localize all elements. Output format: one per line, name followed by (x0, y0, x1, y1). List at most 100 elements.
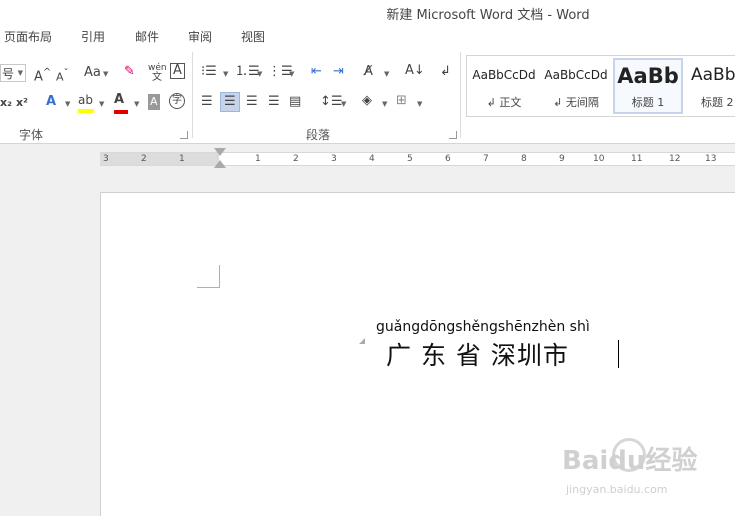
asian-layout-icon[interactable]: A̸ (364, 64, 373, 80)
highlight-color-bar (78, 109, 94, 113)
align-left-icon[interactable]: ☰ (201, 94, 213, 110)
style-sample: AaBbCcDd (472, 68, 536, 82)
hanging-indent-marker[interactable] (214, 160, 226, 168)
borders-dropdown-icon[interactable]: ▼ (417, 100, 422, 108)
ruler-number: 4 (369, 154, 375, 164)
font-group-label: 字体 (19, 128, 44, 142)
paragraph-group-label: 段落 (306, 128, 331, 142)
numbering-icon[interactable]: ⒈☰ (235, 64, 260, 80)
style-name: ↲ 无间隔 (553, 96, 599, 109)
change-case-button[interactable]: Aa (84, 65, 101, 81)
show-hide-marks-icon[interactable]: ↲ (440, 64, 451, 80)
ruler-number: 13 (705, 154, 717, 164)
superscript-button[interactable]: x² (16, 95, 28, 111)
ruler-number: 11 (631, 154, 643, 164)
ruler-number: 2 (293, 154, 299, 164)
ruler-number: 6 (445, 154, 451, 164)
style-heading-1[interactable]: AaBb 标题 1 (613, 58, 683, 114)
style-heading-2[interactable]: AaBb 标题 2 (685, 58, 735, 114)
baidu-watermark-url: jingyan.baidu.com (566, 483, 668, 496)
change-case-dropdown-icon[interactable]: ▼ (103, 70, 108, 78)
style-name: 标题 2 (701, 96, 734, 109)
justify-icon[interactable]: ☰ (268, 94, 280, 110)
tab-references[interactable]: 引用 (81, 28, 105, 45)
sort-icon[interactable]: A↓ (405, 63, 425, 79)
document-text[interactable]: 广 东 省 深圳市 (386, 336, 569, 372)
font-dialog-launcher-icon[interactable] (180, 131, 188, 139)
style-normal[interactable]: AaBbCcDd ↲ 正文 (469, 58, 539, 114)
margin-corner-mark (219, 265, 220, 287)
phonetic-guide-bottom[interactable]: 文 (152, 70, 162, 86)
font-size-dropdown-icon[interactable]: ▼ (18, 69, 23, 77)
style-no-spacing[interactable]: AaBbCcDd ↲ 无间隔 (541, 58, 611, 114)
title-bar: 新建 Microsoft Word 文档 - Word (0, 0, 735, 24)
window-title: 新建 Microsoft Word 文档 - Word (386, 8, 590, 23)
tab-view[interactable]: 视图 (241, 28, 265, 45)
font-size-value: 号 (2, 67, 15, 81)
tab-mailings[interactable]: 邮件 (135, 28, 159, 45)
group-divider (460, 52, 461, 138)
align-right-icon[interactable]: ☰ (246, 94, 258, 110)
line-spacing-icon[interactable]: ↕☰ (320, 94, 343, 110)
ruler-number: 10 (593, 154, 605, 164)
center-icon[interactable]: ☰ (220, 92, 240, 112)
distributed-icon[interactable]: ▤ (289, 94, 301, 110)
baidu-watermark: Baidu经验 (562, 446, 698, 476)
font-color-dropdown-icon[interactable]: ▼ (134, 100, 139, 108)
ruler-number: 9 (559, 154, 565, 164)
ruler-margin (100, 153, 219, 165)
styles-gallery: AaBbCcDd ↲ 正文 AaBbCcDd ↲ 无间隔 AaBb 标题 1 A… (466, 55, 735, 117)
clear-formatting-icon[interactable]: ✎ (124, 64, 135, 80)
highlight-icon[interactable]: ab (78, 92, 94, 113)
asian-layout-dropdown-icon[interactable]: ▼ (384, 70, 389, 78)
style-sample: AaBbCcDd (544, 68, 608, 82)
bullets-icon[interactable]: ⁝☰ (201, 64, 217, 80)
grow-font-icon[interactable]: A^ (34, 65, 51, 85)
multilevel-list-dropdown-icon[interactable]: ▼ (289, 70, 294, 78)
first-line-indent-marker[interactable] (214, 148, 226, 156)
ruler-number: 1 (255, 154, 261, 164)
character-border-button[interactable]: A (170, 63, 185, 79)
shrink-font-icon[interactable]: Aˇ (56, 66, 69, 86)
ruler-number: 8 (521, 154, 527, 164)
style-name: 标题 1 (631, 96, 665, 109)
pinyin-guide-text: guǎngdōngshěngshēnzhèn shì (376, 319, 590, 335)
text-effects-icon[interactable]: A (46, 94, 56, 110)
tab-review[interactable]: 审阅 (188, 28, 212, 45)
group-divider (192, 52, 193, 138)
style-name: ↲ 正文 (486, 96, 522, 109)
font-color-bar (114, 110, 128, 114)
paragraph-anchor-icon (359, 338, 365, 344)
style-sample: AaBb (691, 65, 735, 85)
ruler-number: 1 (179, 154, 185, 164)
borders-icon[interactable]: ⊞ (396, 93, 407, 109)
paragraph-dialog-launcher-icon[interactable] (449, 131, 457, 139)
subscript-button[interactable]: x₂ (0, 95, 12, 111)
ruler-number: 7 (483, 154, 489, 164)
style-sample: AaBb (617, 64, 679, 88)
line-spacing-dropdown-icon[interactable]: ▼ (341, 100, 346, 108)
enclose-characters-button[interactable]: 字 (169, 93, 185, 109)
tab-page-layout[interactable]: 页面布局 (4, 28, 52, 45)
text-effects-dropdown-icon[interactable]: ▼ (65, 100, 70, 108)
bullets-dropdown-icon[interactable]: ▼ (223, 70, 228, 78)
shading-dropdown-icon[interactable]: ▼ (382, 100, 387, 108)
ribbon: 号 ▼ A^ Aˇ Aa ▼ ✎ wén 文 A x₂ x² A ▼ ab ▼ … (0, 48, 735, 144)
shading-icon[interactable]: ◈ (362, 93, 372, 109)
increase-indent-icon[interactable]: ⇥ (333, 64, 344, 80)
ruler-number: 3 (331, 154, 337, 164)
character-shading-icon[interactable]: A (148, 94, 160, 110)
font-color-icon[interactable]: A (114, 92, 128, 114)
ruler-number: 12 (669, 154, 681, 164)
highlight-dropdown-icon[interactable]: ▼ (99, 100, 104, 108)
text-cursor (618, 340, 619, 368)
ruler-number: 5 (407, 154, 413, 164)
horizontal-ruler[interactable]: 3 2 1 1 2 3 4 5 6 7 8 9 10 11 12 13 (100, 148, 735, 168)
ribbon-tabs: 页面布局 引用 邮件 审阅 视图 (0, 24, 735, 48)
ruler-number: 2 (141, 154, 147, 164)
font-size-input[interactable]: 号 ▼ (0, 64, 26, 82)
margin-corner-mark (197, 287, 220, 288)
decrease-indent-icon[interactable]: ⇤ (311, 64, 322, 80)
numbering-dropdown-icon[interactable]: ▼ (257, 70, 262, 78)
highlight-glyph: ab (78, 93, 93, 107)
